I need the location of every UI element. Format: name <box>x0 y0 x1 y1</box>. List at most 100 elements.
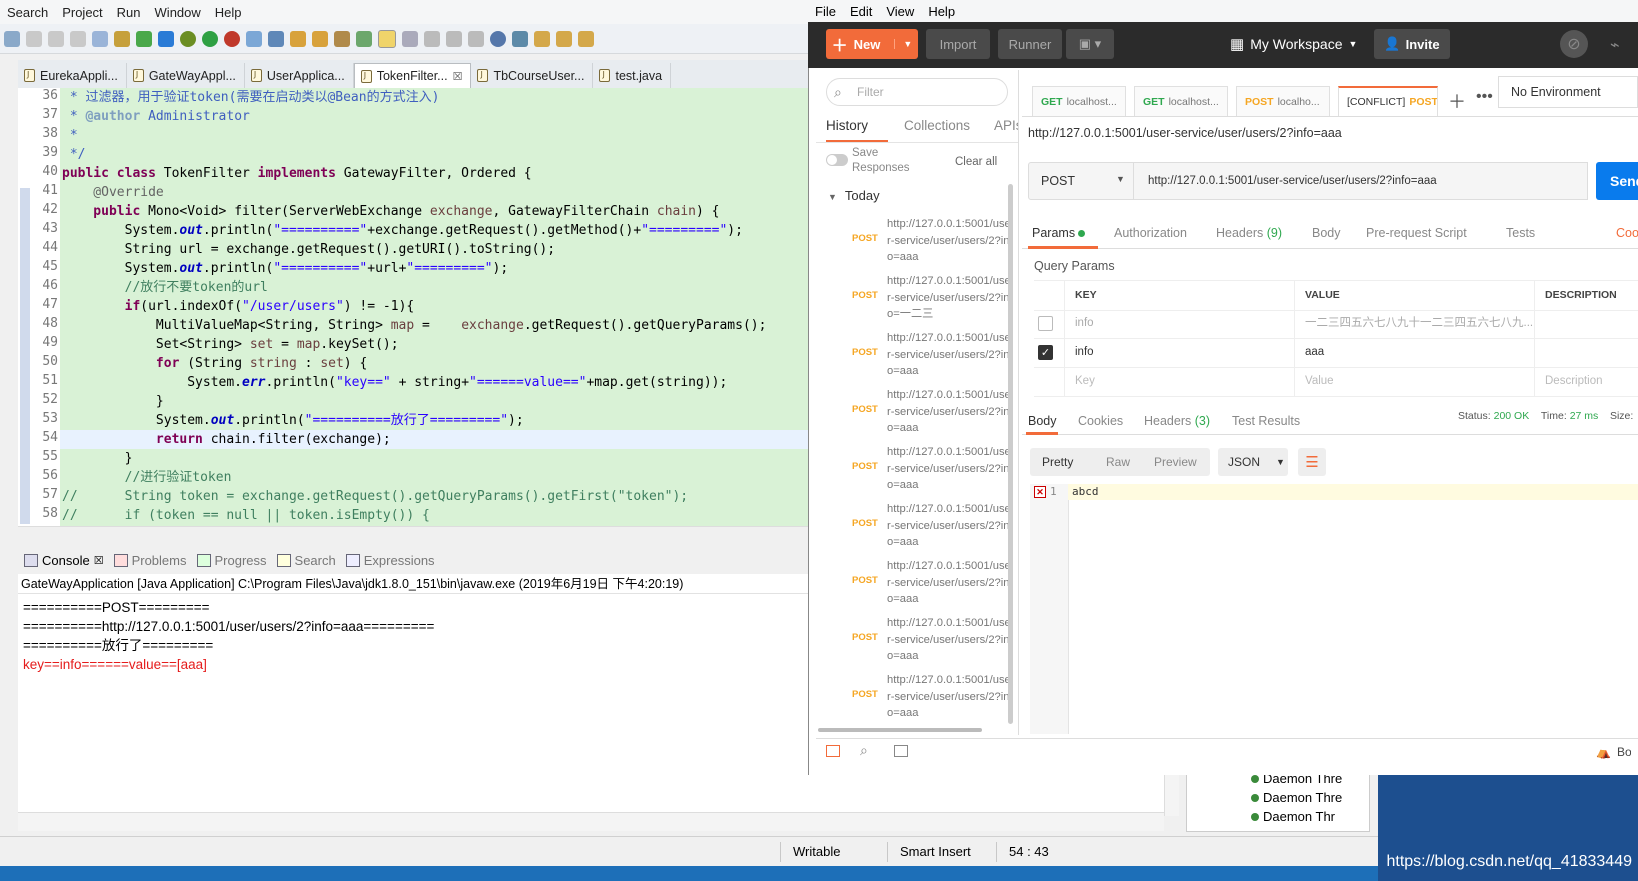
new-value-input[interactable]: Value <box>1294 367 1534 396</box>
tab-search[interactable]: Search <box>276 553 336 568</box>
request-tab[interactable]: GET localhost... <box>1032 86 1126 116</box>
tab-problems[interactable]: Problems <box>113 553 187 568</box>
list-icon[interactable] <box>92 30 108 47</box>
close-icon[interactable]: ☒ <box>94 554 104 567</box>
chart-icon[interactable] <box>136 30 152 47</box>
highlight-icon[interactable] <box>378 29 396 48</box>
arrow-icon[interactable] <box>402 30 418 47</box>
tab-body[interactable]: Body <box>1312 226 1341 240</box>
folder-icon[interactable] <box>312 30 328 47</box>
thread-item[interactable]: Daemon Thre <box>1251 790 1342 805</box>
search-icon[interactable] <box>512 30 528 47</box>
tab-params[interactable]: Params <box>1032 226 1086 240</box>
sidebar-scrollbar[interactable] <box>1008 184 1013 724</box>
request-tab-active[interactable]: [CONFLICT] POST <box>1338 86 1438 116</box>
tab-progress[interactable]: Progress <box>196 553 267 568</box>
tab-collections[interactable]: Collections <box>904 118 970 133</box>
pin-icon[interactable] <box>356 30 372 47</box>
tab-pre-request-script[interactable]: Pre-request Script <box>1366 226 1467 240</box>
filter-input[interactable]: Filter <box>826 78 1008 106</box>
menu-edit[interactable]: Edit <box>843 4 879 19</box>
thread-item[interactable]: Daemon Thr <box>1251 809 1335 824</box>
cookies-link[interactable]: Cookies <box>1616 226 1638 240</box>
save-responses-toggle[interactable] <box>826 154 848 166</box>
console-hscrollbar[interactable] <box>18 812 1164 831</box>
sync-off-icon[interactable]: ⊘ <box>1560 30 1588 58</box>
param-checkbox[interactable] <box>1038 316 1053 331</box>
runner-button[interactable]: Runner <box>998 29 1062 59</box>
url-input[interactable]: http://127.0.0.1:5001/user-service/user/… <box>1134 162 1588 200</box>
tab-expressions[interactable]: Expressions <box>345 553 435 568</box>
more-icon[interactable]: ••• <box>1476 88 1493 106</box>
request-tab[interactable]: POST localho... <box>1236 86 1330 116</box>
tab-tests[interactable]: Tests <box>1506 226 1535 240</box>
param-value[interactable]: 一二三四五六七八九十一二三四五六七八九... <box>1294 309 1534 338</box>
tab-authorization[interactable]: Authorization <box>1114 226 1187 240</box>
format-type-select[interactable]: JSON ▼ <box>1218 448 1288 476</box>
find-icon[interactable]: ⌕ <box>860 742 868 759</box>
environment-selector[interactable]: No Environment <box>1498 76 1638 108</box>
tab-userapp[interactable]: UserApplica... <box>245 63 354 88</box>
tab-history[interactable]: History <box>826 118 868 133</box>
history-item[interactable]: POST http://127.0.0.1:5001/user-service/u… <box>830 330 1013 386</box>
back-icon[interactable] <box>26 30 42 47</box>
back-nav-icon[interactable] <box>578 30 594 47</box>
new-description-input[interactable]: Description <box>1534 367 1638 396</box>
clear-all-button[interactable]: Clear all <box>955 156 997 168</box>
param-description[interactable] <box>1534 309 1638 338</box>
sidebar-hscrollbar[interactable] <box>818 728 982 732</box>
history-item[interactable]: POST http://127.0.0.1:5001/user-service/u… <box>830 444 1013 500</box>
format-raw[interactable]: Raw <box>1106 455 1130 469</box>
tab-response-body[interactable]: Body <box>1028 414 1057 428</box>
menu-search[interactable]: Search <box>0 5 55 20</box>
satellite-icon[interactable]: ⌁ <box>1610 35 1620 55</box>
tab-headers[interactable]: Headers (9) <box>1216 226 1282 240</box>
menu-help[interactable]: Help <box>208 5 249 20</box>
tab-apis[interactable]: APIs <box>994 118 1018 133</box>
debug-icon[interactable] <box>180 30 196 47</box>
new-button[interactable]: ＋ New ▼ <box>826 29 918 59</box>
menu-window[interactable]: Window <box>148 5 208 20</box>
a-icon[interactable] <box>158 30 174 47</box>
param-key[interactable]: info <box>1064 338 1294 367</box>
doc3-icon[interactable] <box>468 30 484 47</box>
new-icon[interactable] <box>4 30 20 47</box>
menu-run[interactable]: Run <box>110 5 148 20</box>
new-key-input[interactable]: Key <box>1064 367 1294 396</box>
add-tab-icon[interactable]: ＋ <box>1448 88 1466 114</box>
history-item[interactable]: POST http://127.0.0.1:5001/user-service/u… <box>830 273 1013 329</box>
doc-icon[interactable] <box>424 30 440 47</box>
format-pretty[interactable]: Pretty <box>1042 455 1073 469</box>
tab-eureka[interactable]: EurekaAppli... <box>18 63 127 88</box>
history-item[interactable]: POST http://127.0.0.1:5001/user-service/u… <box>830 615 1013 671</box>
request-tab[interactable]: GET localhost... <box>1134 86 1228 116</box>
globe-icon[interactable] <box>490 30 506 47</box>
external-tools-icon[interactable] <box>224 30 240 47</box>
tab-console[interactable]: Console ☒ <box>24 553 104 568</box>
refresh-icon[interactable] <box>70 30 86 47</box>
menu-file[interactable]: File <box>808 4 843 19</box>
bootcamp-button[interactable]: ⛺Bootcamp <box>1596 745 1631 759</box>
param-value[interactable]: aaa <box>1294 338 1534 367</box>
sidebar-toggle-icon[interactable] <box>826 745 840 757</box>
console-icon[interactable] <box>894 745 908 757</box>
edit-icon[interactable] <box>334 30 350 47</box>
history-item[interactable]: POST http://127.0.0.1:5001/user-service/u… <box>830 387 1013 443</box>
checkmark-icon[interactable]: ✓ <box>1038 345 1053 360</box>
response-body[interactable] <box>1030 484 1638 734</box>
chevron-down-icon[interactable]: ▼ <box>894 39 912 49</box>
tab-cookies[interactable]: Cookies <box>1078 414 1123 428</box>
code-content[interactable]: * 过滤器，用于验证token(需要在启动类以@Bean的方式注入) * @au… <box>60 88 810 526</box>
tab-gateway[interactable]: GateWayAppl... <box>127 63 245 88</box>
tab-response-headers[interactable]: Headers (3) <box>1144 414 1210 428</box>
param-description[interactable] <box>1534 338 1638 367</box>
forward-icon[interactable] <box>48 30 64 47</box>
send-button[interactable]: Send <box>1596 162 1638 200</box>
history-item[interactable]: POST http://127.0.0.1:5001/user-service/u… <box>830 558 1013 614</box>
param-key[interactable]: info <box>1064 309 1294 338</box>
history-item[interactable]: POST http://127.0.0.1:5001/user-service/u… <box>830 216 1013 272</box>
settings-icon[interactable] <box>268 30 284 47</box>
tab-tbcourseuser[interactable]: TbCourseUser... <box>471 63 594 88</box>
new-class-icon[interactable] <box>246 30 262 47</box>
tab-test-results[interactable]: Test Results <box>1232 414 1300 428</box>
